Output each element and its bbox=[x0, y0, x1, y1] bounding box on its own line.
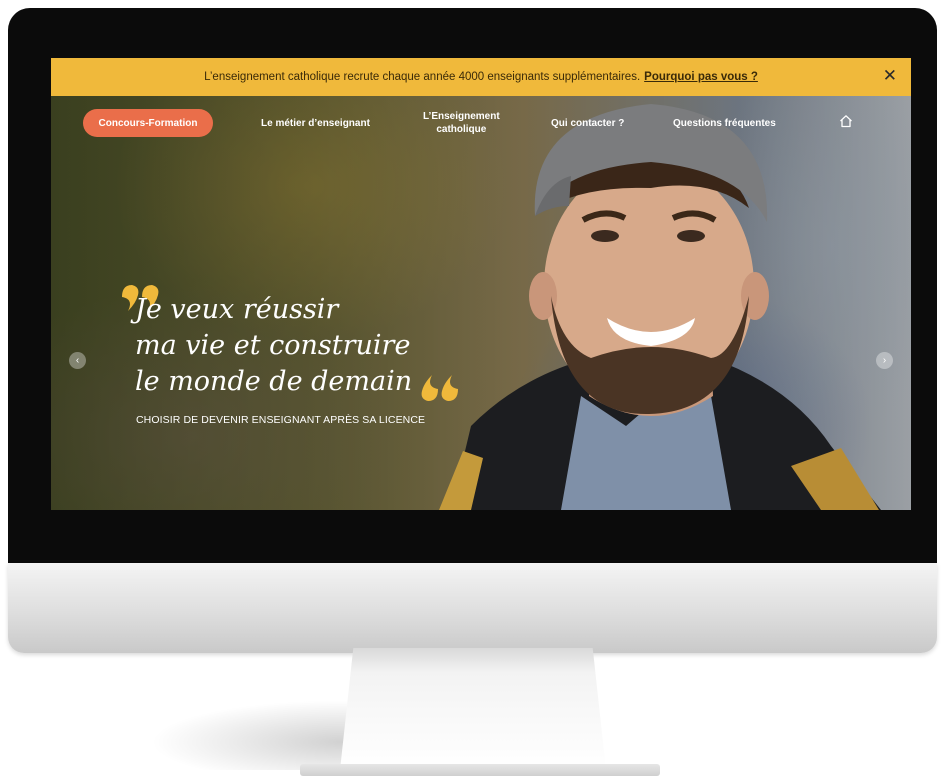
screen: Je veux réussir ma vie et construire le … bbox=[51, 58, 911, 510]
hero-headline: Je veux réussir ma vie et construire le … bbox=[135, 292, 475, 400]
banner-text: L’enseignement catholique recrute chaque… bbox=[204, 71, 641, 83]
announcement-banner: L’enseignement catholique recrute chaque… bbox=[51, 58, 911, 96]
chevron-right-icon: › bbox=[882, 355, 887, 366]
hero-photo-person bbox=[439, 104, 881, 510]
headline-line-2: ma vie et construire bbox=[135, 330, 411, 361]
hero-slide: Je veux réussir ma vie et construire le … bbox=[51, 96, 911, 510]
concours-formation-button[interactable]: Concours-Formation bbox=[83, 109, 213, 137]
nav-item-qui-contacter[interactable]: Qui contacter ? bbox=[551, 117, 624, 130]
home-icon[interactable] bbox=[839, 114, 853, 128]
nav-item-label-line-1: L’Enseignement bbox=[423, 111, 500, 122]
monitor-chin bbox=[8, 563, 937, 653]
main-nav: Concours-Formation Le métier d’enseignan… bbox=[51, 96, 911, 152]
nav-item-label-line-2: catholique bbox=[436, 124, 487, 135]
close-icon[interactable]: ✕ bbox=[883, 66, 897, 86]
nav-item-metier[interactable]: Le métier d’enseignant bbox=[261, 117, 370, 130]
headline-line-1: Je veux réussir bbox=[135, 294, 339, 325]
hero-subtitle: CHOISIR DE DEVENIR ENSEIGNANT APRÈS SA L… bbox=[136, 414, 426, 426]
nav-item-enseignement-catholique[interactable]: L’Enseignement catholique bbox=[423, 110, 500, 136]
chevron-left-icon: ‹ bbox=[75, 355, 80, 366]
monitor-base bbox=[300, 764, 660, 776]
headline-line-3: le monde de demain bbox=[135, 366, 413, 397]
monitor-stand bbox=[340, 648, 606, 770]
nav-item-questions[interactable]: Questions fréquentes bbox=[673, 117, 776, 130]
banner-link[interactable]: Pourquoi pas vous ? bbox=[644, 71, 758, 83]
next-slide-button[interactable]: › bbox=[876, 352, 893, 369]
prev-slide-button[interactable]: ‹ bbox=[69, 352, 86, 369]
